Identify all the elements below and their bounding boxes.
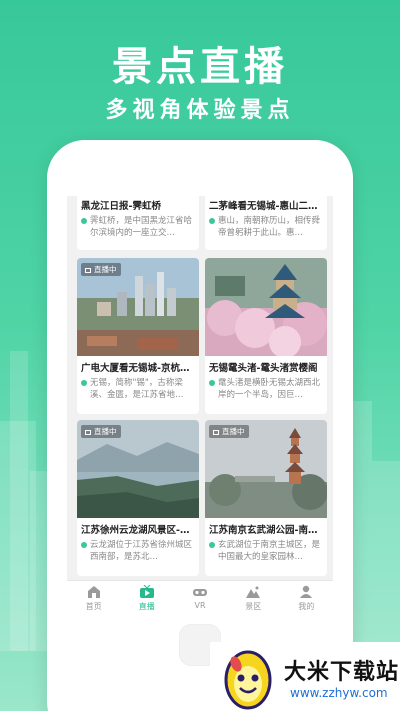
watermark-site-name: 大米下载站 (284, 660, 400, 685)
vr-headset-icon (193, 589, 207, 596)
watermark-url: www.zzhyw.com (290, 686, 388, 700)
card-title: 二茅峰看无锡城-惠山二… (209, 201, 318, 212)
hero-title: 景点直播 (112, 44, 288, 90)
card-title: 江苏徐州云龙湖风景区-… (81, 525, 190, 536)
card-thumbnail: 直播中 (205, 420, 327, 518)
card-desc-text: 玄武湖位于南京主城区，是中国最大的皇家园林… (218, 540, 321, 562)
live-card[interactable]: 二茅峰看无锡城-惠山二… 惠山，南朝称历山，相传舜帝曾躬耕于此山。惠… (205, 196, 327, 250)
tv-icon (85, 267, 91, 273)
live-card[interactable]: 直播中 广电大厦看无锡城-京杭… 无锡，简称"锡"，古称梁溪、金匮，是江苏省地… (77, 258, 199, 414)
live-badge: 直播中 (81, 263, 121, 276)
user-icon (300, 585, 313, 598)
location-pin-icon (209, 218, 215, 224)
location-pin-icon (81, 218, 87, 224)
mountain-icon (246, 586, 261, 598)
card-description: 鼋头渚是横卧无锡太湖西北岸的一个半岛，因巨… (205, 374, 327, 413)
live-badge: 直播中 (81, 425, 121, 438)
card-desc-text: 无锡，简称"锡"，古称梁溪、金匮，是江苏省地… (90, 378, 184, 400)
home-icon (87, 586, 100, 598)
card-desc-text: 惠山，南朝称历山，相传舜帝曾躬耕于此山。惠… (218, 216, 321, 238)
hero-subtitle: 多视角体验景点 (105, 98, 295, 123)
tv-icon (213, 429, 219, 435)
live-card-grid: 黑龙江日报-霁虹桥 霁虹桥，是中国黑龙江省哈尔滨境内的一座立交… 二茅峰看无锡城… (67, 196, 333, 582)
card-title: 黑龙江日报-霁虹桥 (81, 201, 161, 212)
card-thumbnail: 直播中 (77, 258, 199, 356)
card-title: 广电大厦看无锡城-京杭… (81, 363, 190, 374)
live-tv-icon (139, 585, 154, 598)
card-description: 霁虹桥，是中国黑龙江省哈尔滨境内的一座立交… (77, 212, 199, 250)
location-pin-icon (209, 380, 215, 386)
live-card[interactable]: 黑龙江日报-霁虹桥 霁虹桥，是中国黑龙江省哈尔滨境内的一座立交… (77, 196, 199, 250)
card-title: 无锡鼋头渚-鼋头渚赏樱阁 (209, 363, 318, 374)
tab-live[interactable]: 直播 (120, 581, 173, 616)
card-thumbnail (205, 258, 327, 356)
card-thumbnail: 直播中 (77, 420, 199, 518)
rice-mascot-logo-icon (224, 650, 272, 710)
tab-scenic[interactable]: 景区 (227, 581, 280, 616)
tv-icon (85, 429, 91, 435)
live-badge: 直播中 (209, 425, 249, 438)
location-pin-icon (209, 542, 215, 548)
card-desc-text: 鼋头渚是横卧无锡太湖西北岸的一个半岛，因巨… (218, 378, 321, 400)
location-pin-icon (81, 380, 87, 386)
card-title: 江苏南京玄武湖公园-南… (209, 525, 318, 536)
tab-label: VR (194, 601, 206, 610)
watermark: 大米下载站 www.zzhyw.com (210, 642, 400, 711)
card-desc-text: 云龙湖位于江苏省徐州城区西南部，是苏北… (90, 540, 193, 562)
tab-label: 直播 (138, 602, 155, 611)
card-desc-text: 霁虹桥，是中国黑龙江省哈尔滨境内的一座立交… (90, 216, 193, 238)
tab-home[interactable]: 首页 (67, 581, 120, 616)
app-screen: 黑龙江日报-霁虹桥 霁虹桥，是中国黑龙江省哈尔滨境内的一座立交… 二茅峰看无锡城… (67, 196, 333, 616)
tab-vr[interactable]: VR (173, 581, 226, 616)
bottom-tab-bar: 首页 直播 VR 景区 我的 (67, 580, 333, 616)
live-card[interactable]: 直播中 江苏南京玄武湖公园-南… 玄武湖位于南京主城区，是中国最大的皇家园林… (205, 420, 327, 576)
tab-mine[interactable]: 我的 (280, 581, 333, 616)
card-description: 惠山，南朝称历山，相传舜帝曾躬耕于此山。惠… (205, 212, 327, 250)
tab-label: 首页 (85, 602, 102, 611)
live-card[interactable]: 无锡鼋头渚-鼋头渚赏樱阁 鼋头渚是横卧无锡太湖西北岸的一个半岛，因巨… (205, 258, 327, 414)
location-pin-icon (81, 542, 87, 548)
card-description: 云龙湖位于江苏省徐州城区西南部，是苏北… (77, 536, 199, 575)
live-card[interactable]: 直播中 江苏徐州云龙湖风景区-… 云龙湖位于江苏省徐州城区西南部，是苏北… (77, 420, 199, 576)
card-description: 无锡，简称"锡"，古称梁溪、金匮，是江苏省地… (77, 374, 199, 413)
tab-label: 景区 (245, 602, 262, 611)
card-description: 玄武湖位于南京主城区，是中国最大的皇家园林… (205, 536, 327, 575)
tab-label: 我的 (298, 602, 315, 611)
